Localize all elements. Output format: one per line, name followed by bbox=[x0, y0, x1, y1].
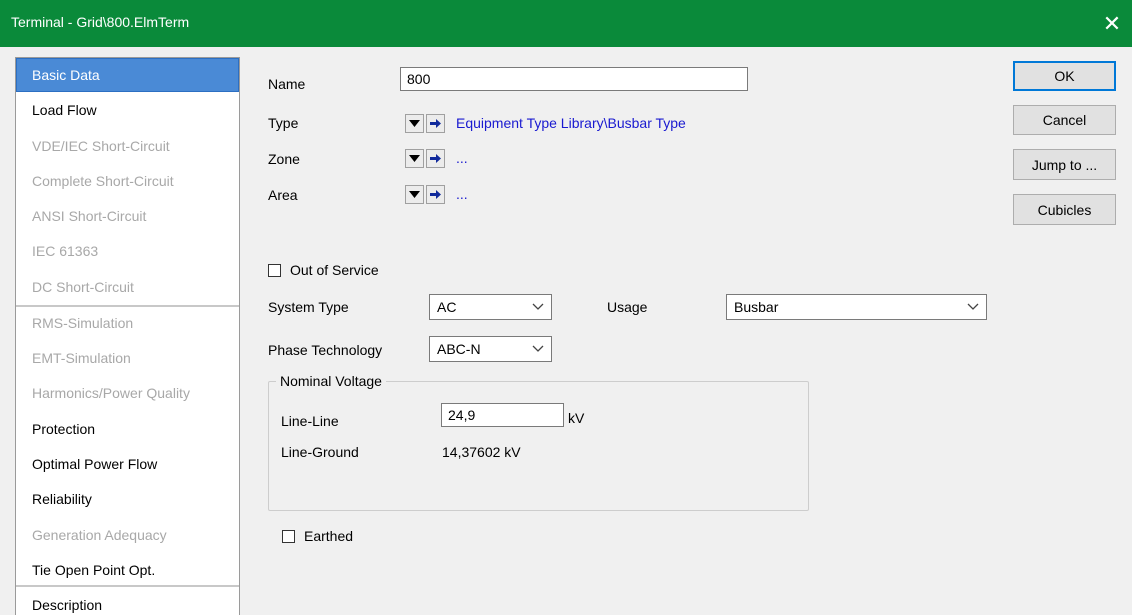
system-type-label: System Type bbox=[268, 299, 349, 315]
line-line-unit: kV bbox=[568, 410, 585, 426]
cancel-button[interactable]: Cancel bbox=[1013, 105, 1116, 135]
area-label: Area bbox=[268, 187, 298, 203]
out-of-service-checkbox[interactable] bbox=[268, 264, 281, 277]
select-area-dropdown-icon[interactable] bbox=[405, 184, 424, 204]
zone-label: Zone bbox=[268, 151, 300, 167]
earthed-label: Earthed bbox=[304, 528, 354, 544]
sidebar-separator bbox=[16, 585, 239, 587]
sidebar-item-reliability[interactable]: Reliability bbox=[16, 482, 239, 516]
jump-to-area-arrow-icon[interactable] bbox=[426, 184, 445, 204]
sidebar-item-rms-simulation[interactable]: RMS-Simulation bbox=[16, 306, 239, 340]
line-line-label: Line-Line bbox=[281, 413, 339, 429]
line-line-voltage-input[interactable]: 24,9 bbox=[441, 403, 564, 427]
ok-button[interactable]: OK bbox=[1013, 61, 1116, 91]
title-bar: Terminal - Grid\800.ElmTerm ✕ bbox=[0, 0, 1132, 47]
window-title: Terminal - Grid\800.ElmTerm bbox=[11, 14, 190, 30]
sidebar-item-load-flow[interactable]: Load Flow bbox=[16, 93, 239, 127]
cubicles-button[interactable]: Cubicles bbox=[1013, 194, 1116, 225]
sidebar-item-tie-open-point-opt[interactable]: Tie Open Point Opt. bbox=[16, 553, 239, 587]
sidebar-item-basic-data[interactable]: Basic Data bbox=[16, 58, 239, 92]
name-label: Name bbox=[268, 76, 306, 92]
out-of-service-label: Out of Service bbox=[290, 262, 379, 278]
select-zone-dropdown-icon[interactable] bbox=[405, 148, 424, 168]
sidebar-item-protection[interactable]: Protection bbox=[16, 412, 239, 446]
jump-to-zone-arrow-icon[interactable] bbox=[426, 148, 445, 168]
area-link[interactable]: ... bbox=[456, 186, 468, 202]
chevron-down-icon bbox=[532, 345, 544, 352]
line-ground-value: 14,37602 kV bbox=[442, 444, 521, 460]
usage-select[interactable]: Busbar bbox=[726, 294, 987, 320]
zone-link[interactable]: ... bbox=[456, 150, 468, 166]
jump-to-button[interactable]: Jump to ... bbox=[1013, 149, 1116, 180]
system-type-value: AC bbox=[437, 299, 457, 315]
chevron-down-icon bbox=[532, 303, 544, 310]
page-list: Basic Data Load Flow VDE/IEC Short-Circu… bbox=[15, 57, 240, 615]
line-ground-label: Line-Ground bbox=[281, 444, 359, 460]
zone-picker: ... bbox=[405, 146, 468, 170]
sidebar-item-description[interactable]: Description bbox=[16, 588, 239, 615]
sidebar-item-vde-iec-short-circuit[interactable]: VDE/IEC Short-Circuit bbox=[16, 129, 239, 163]
sidebar-item-optimal-power-flow[interactable]: Optimal Power Flow bbox=[16, 447, 239, 481]
sidebar-item-harmonics-power-quality[interactable]: Harmonics/Power Quality bbox=[16, 376, 239, 410]
jump-to-type-arrow-icon[interactable] bbox=[426, 113, 445, 133]
type-label: Type bbox=[268, 115, 299, 131]
sidebar-item-generation-adequacy[interactable]: Generation Adequacy bbox=[16, 518, 239, 552]
phase-technology-select[interactable]: ABC-N bbox=[429, 336, 552, 362]
sidebar-item-dc-short-circuit[interactable]: DC Short-Circuit bbox=[16, 270, 239, 304]
close-icon[interactable]: ✕ bbox=[1092, 0, 1132, 47]
name-input[interactable]: 800 bbox=[400, 67, 748, 91]
type-picker: Equipment Type Library\Busbar Type bbox=[405, 111, 686, 135]
earthed-checkbox[interactable] bbox=[282, 530, 295, 543]
system-type-select[interactable]: AC bbox=[429, 294, 552, 320]
type-link[interactable]: Equipment Type Library\Busbar Type bbox=[456, 115, 686, 131]
phase-technology-label: Phase Technology bbox=[268, 342, 383, 358]
sidebar-item-ansi-short-circuit[interactable]: ANSI Short-Circuit bbox=[16, 199, 239, 233]
usage-label: Usage bbox=[607, 299, 648, 315]
select-type-dropdown-icon[interactable] bbox=[405, 113, 424, 133]
sidebar-item-complete-short-circuit[interactable]: Complete Short-Circuit bbox=[16, 164, 239, 198]
sidebar-item-emt-simulation[interactable]: EMT-Simulation bbox=[16, 341, 239, 375]
sidebar-item-iec-61363[interactable]: IEC 61363 bbox=[16, 234, 239, 268]
phase-technology-value: ABC-N bbox=[437, 341, 481, 357]
area-picker: ... bbox=[405, 182, 468, 206]
chevron-down-icon bbox=[967, 303, 979, 310]
nominal-voltage-title: Nominal Voltage bbox=[276, 373, 386, 389]
usage-value: Busbar bbox=[734, 299, 779, 315]
